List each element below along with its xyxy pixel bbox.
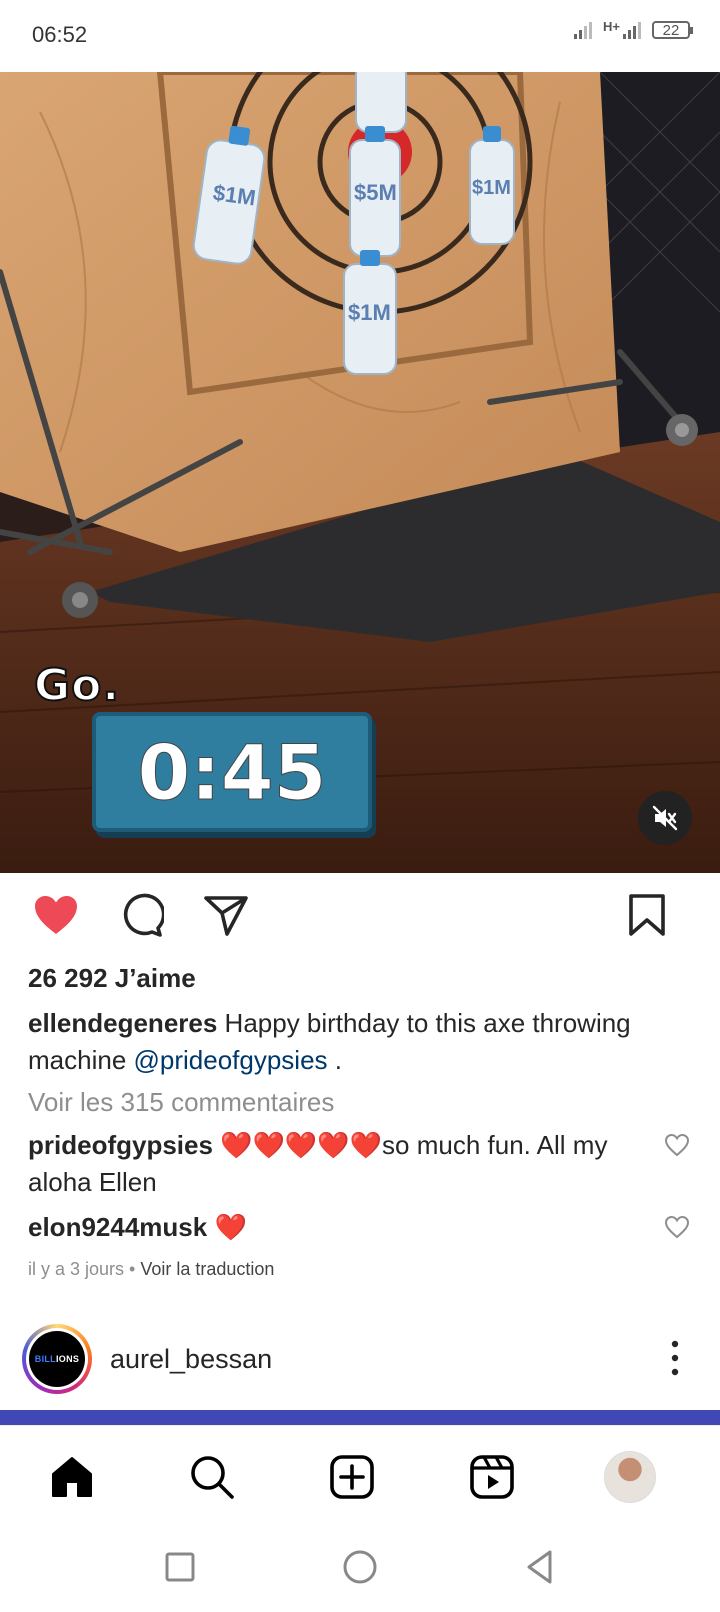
status-icons: H+ 22 <box>573 18 693 40</box>
post-username[interactable]: aurel_bessan <box>110 1344 272 1375</box>
countdown-timer: 0:45 <box>92 712 372 832</box>
caption-mention[interactable]: @prideofgypsies <box>134 1045 328 1075</box>
comment-user[interactable]: prideofgypsies <box>28 1130 213 1160</box>
caption-author[interactable]: ellendegeneres <box>28 1008 217 1038</box>
comment-icon <box>123 893 164 937</box>
bottle-label: $5M <box>354 180 397 205</box>
more-options-icon[interactable] <box>660 1338 690 1378</box>
bottom-navigation <box>0 1425 720 1526</box>
caption-end: . <box>327 1045 343 1075</box>
post-caption: ellendegeneres Happy birthday to this ax… <box>28 1005 678 1079</box>
nav-profile[interactable] <box>604 1451 656 1503</box>
nav-create[interactable] <box>326 1451 378 1503</box>
next-post-media-edge <box>0 1410 720 1425</box>
speaker-muted-icon <box>652 805 678 831</box>
next-post-header: BILL IONS aurel_bessan <box>0 1320 720 1400</box>
battery-indicator: 22 <box>652 21 693 39</box>
comment-item: elon9244musk ❤️ <box>28 1209 628 1246</box>
profile-avatar <box>604 1451 656 1503</box>
back-triangle-icon[interactable] <box>520 1547 560 1587</box>
timer-value: 0:45 <box>137 727 327 817</box>
comment-item: prideofgypsies ❤️❤️❤️❤️❤️so much fun. Al… <box>28 1127 628 1201</box>
translate-link[interactable]: Voir la traduction <box>140 1259 274 1279</box>
bottle-label: $1M <box>348 300 391 325</box>
battery-level: 22 <box>662 21 680 39</box>
status-time: 06:52 <box>32 22 88 47</box>
system-navigation <box>0 1525 720 1612</box>
avatar-text-b: IONS <box>55 1354 80 1364</box>
mute-button[interactable] <box>638 791 692 845</box>
nav-reels[interactable] <box>466 1451 518 1503</box>
story-ring[interactable]: BILL IONS <box>22 1324 92 1394</box>
home-icon <box>52 1457 92 1497</box>
comment-text: ❤️ <box>207 1212 247 1242</box>
post-video[interactable]: $1M $5M $1M $1M Go. 0:45 <box>0 72 720 873</box>
comment-button[interactable] <box>117 891 165 939</box>
network-type: H+ <box>603 18 620 34</box>
meta-separator: • <box>124 1259 141 1279</box>
circle-icon[interactable] <box>340 1547 380 1587</box>
search-icon <box>191 1456 234 1499</box>
view-all-comments-link[interactable]: Voir les 315 commentaires <box>28 1087 334 1118</box>
nav-home[interactable] <box>46 1451 98 1503</box>
like-count[interactable]: 26 292 J’aime <box>28 963 196 994</box>
share-button[interactable] <box>202 891 250 939</box>
post-meta: il y a 3 jours • Voir la traduction <box>28 1259 274 1280</box>
heart-icon <box>35 896 77 934</box>
status-bar: 06:52 H+ 22 <box>0 0 720 72</box>
share-icon <box>204 896 248 936</box>
water-bottle: $5M <box>349 126 401 257</box>
heart-outline-icon[interactable] <box>664 1214 690 1240</box>
square-icon[interactable] <box>160 1547 200 1587</box>
water-bottle: $1M <box>469 126 515 245</box>
post-time: il y a 3 jours <box>28 1259 125 1279</box>
bottle-label: $1M <box>472 177 511 199</box>
post-actions <box>0 873 720 953</box>
nav-search[interactable] <box>186 1451 238 1503</box>
signal-icon-2 <box>623 22 641 39</box>
save-button[interactable] <box>623 891 671 939</box>
water-bottle: $1M <box>343 250 397 375</box>
heart-outline-icon[interactable] <box>664 1132 690 1158</box>
comment-user[interactable]: elon9244musk <box>28 1212 207 1242</box>
avatar-text-a: BILL <box>34 1354 56 1364</box>
bookmark-icon <box>629 894 665 936</box>
create-icon <box>330 1455 374 1499</box>
video-overlay-text: Go. <box>33 659 121 712</box>
reels-icon <box>470 1455 514 1499</box>
avatar: BILL IONS <box>29 1331 85 1387</box>
water-bottle <box>355 72 407 133</box>
like-button[interactable] <box>32 891 80 939</box>
signal-icon <box>574 22 593 39</box>
